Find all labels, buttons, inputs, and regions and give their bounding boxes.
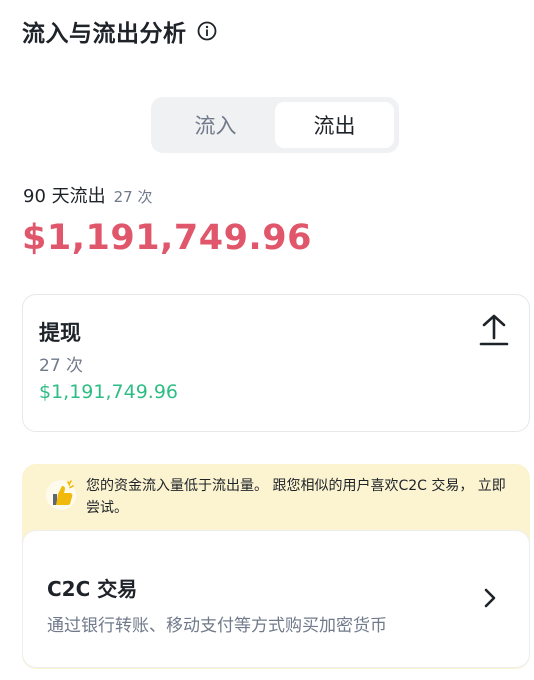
promo-text: 您的资金流入量低于流出量。 跟您相似的用户喜欢C2C 交易， 立即尝试。 (86, 478, 506, 516)
withdraw-amount: $1,191,749.96 (39, 381, 179, 403)
period-count: 27 次 (113, 188, 153, 206)
withdraw-count: 27 次 (39, 356, 84, 376)
page-header: 流入与流出分析 (22, 14, 217, 48)
c2c-description: 通过银行转账、移动支付等方式购买加密货币 (47, 616, 387, 636)
flow-toggle: 流入 流出 (151, 97, 399, 153)
c2c-card[interactable]: C2C 交易 通过银行转账、移动支付等方式购买加密货币 (22, 530, 530, 668)
tab-inflow[interactable]: 流入 (156, 102, 275, 148)
chevron-right-icon[interactable] (483, 587, 497, 609)
c2c-title: C2C 交易 (47, 577, 138, 601)
tab-outflow[interactable]: 流出 (275, 102, 394, 148)
thumbs-up-bulb-icon (46, 480, 76, 510)
period-summary: 90 天流出 27 次 (23, 182, 153, 208)
withdraw-card[interactable]: 提现 27 次 $1,191,749.96 (22, 294, 530, 432)
upload-icon[interactable] (479, 313, 509, 347)
withdraw-title: 提现 (39, 321, 81, 345)
period-label: 90 天流出 (23, 186, 106, 207)
page-title: 流入与流出分析 (22, 21, 187, 47)
info-icon[interactable] (197, 21, 217, 41)
total-outflow-amount: $1,191,749.96 (22, 218, 312, 258)
